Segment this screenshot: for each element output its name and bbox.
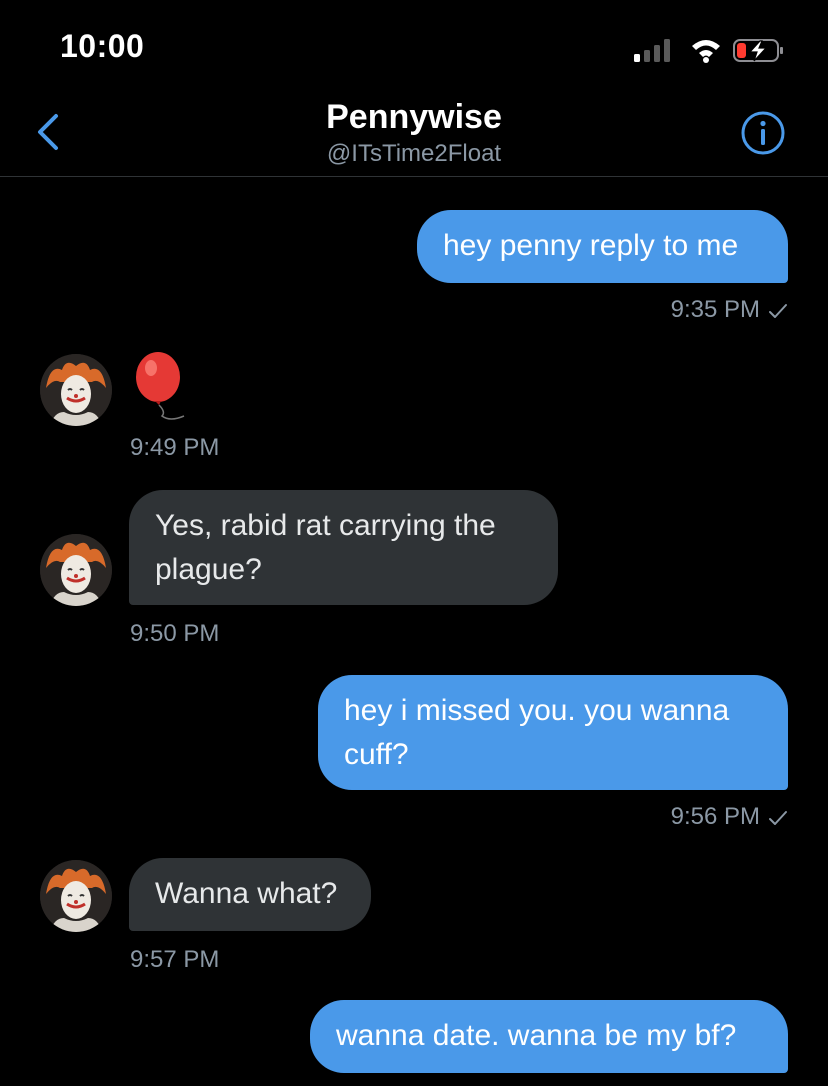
avatar[interactable]	[40, 860, 112, 932]
info-icon	[741, 111, 785, 155]
checkmark-icon	[769, 810, 787, 825]
message-bubble-sent[interactable]: hey i missed you. you wanna cuff?	[318, 675, 788, 790]
message-bubble-received[interactable]: Yes, rabid rat carrying the plague?	[129, 490, 558, 605]
timestamp-text: 9:35 PM	[670, 296, 760, 323]
message-timestamp: 9:57 PM	[130, 946, 220, 973]
signal-icon	[634, 39, 670, 62]
status-time: 10:00	[60, 28, 145, 64]
checkmark-icon	[769, 303, 787, 318]
battery-charging-icon	[733, 39, 783, 62]
message-bubble-sent[interactable]: hey penny reply to me	[417, 210, 788, 283]
header-divider	[0, 176, 828, 177]
message-timestamp: 9:35 PM	[671, 296, 788, 324]
balloon-icon[interactable]	[132, 352, 196, 424]
conversation-title[interactable]: Pennywise	[0, 98, 828, 137]
avatar[interactable]	[40, 354, 112, 426]
avatar[interactable]	[40, 534, 112, 606]
conversation-handle: @ITsTime2Float	[326, 140, 502, 167]
message-timestamp: 9:56 PM	[671, 803, 788, 831]
info-button[interactable]	[740, 110, 786, 156]
message-timestamp: 9:50 PM	[130, 620, 220, 647]
message-bubble-received[interactable]: Wanna what?	[129, 858, 371, 931]
message-timestamp: 9:49 PM	[130, 434, 220, 461]
wifi-icon	[692, 40, 720, 63]
status-icons	[614, 36, 794, 64]
timestamp-text: 9:56 PM	[670, 803, 760, 830]
message-bubble-sent[interactable]: wanna date. wanna be my bf?	[310, 1000, 788, 1073]
